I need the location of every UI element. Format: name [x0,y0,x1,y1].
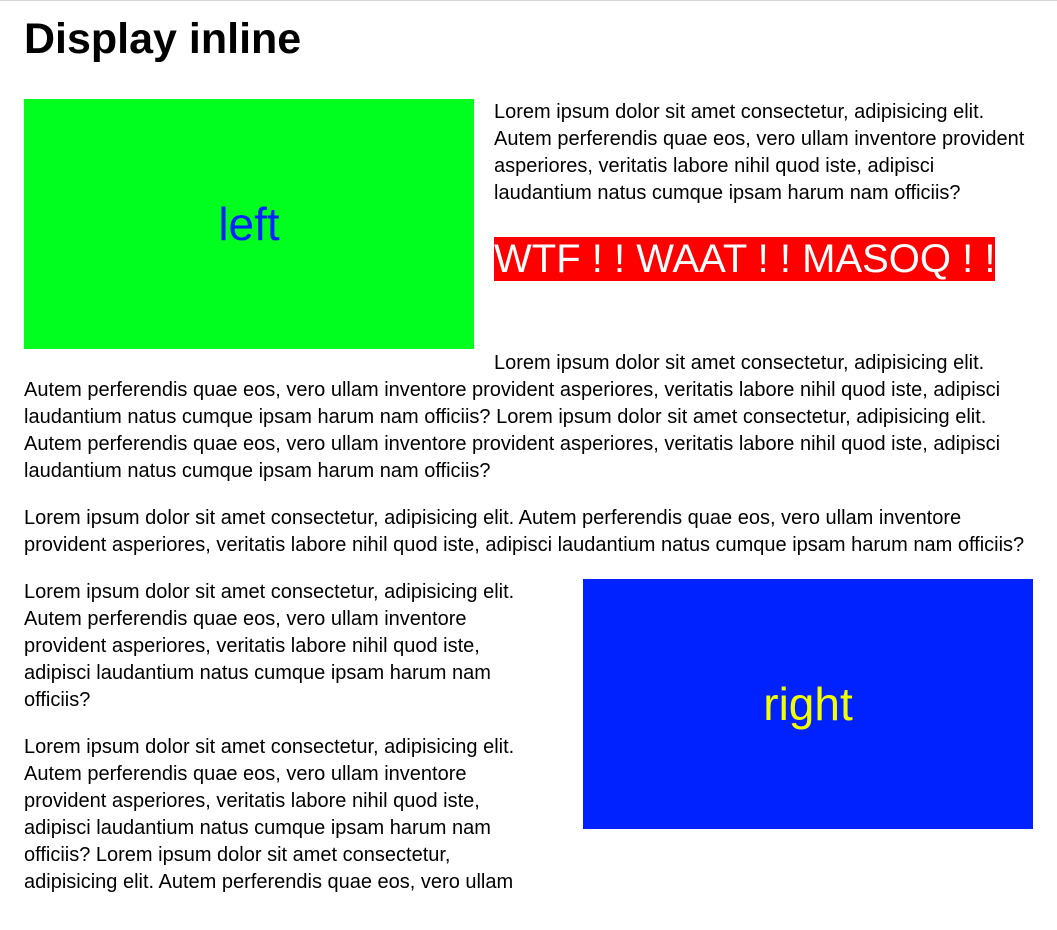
left-box: left [24,99,474,349]
paragraph-2: Lorem ipsum dolor sit amet consectetur, … [24,352,1001,482]
right-box-label: right [763,677,853,730]
left-box-label: left [218,197,280,250]
right-box: right [583,579,1033,829]
page-title: Display inline [24,15,302,63]
warning-text: WTF ! ! WAAT ! ! MASOQ ! ! [494,237,996,281]
paragraph-3: Lorem ipsum dolor sit amet consectetur, … [24,507,1025,556]
